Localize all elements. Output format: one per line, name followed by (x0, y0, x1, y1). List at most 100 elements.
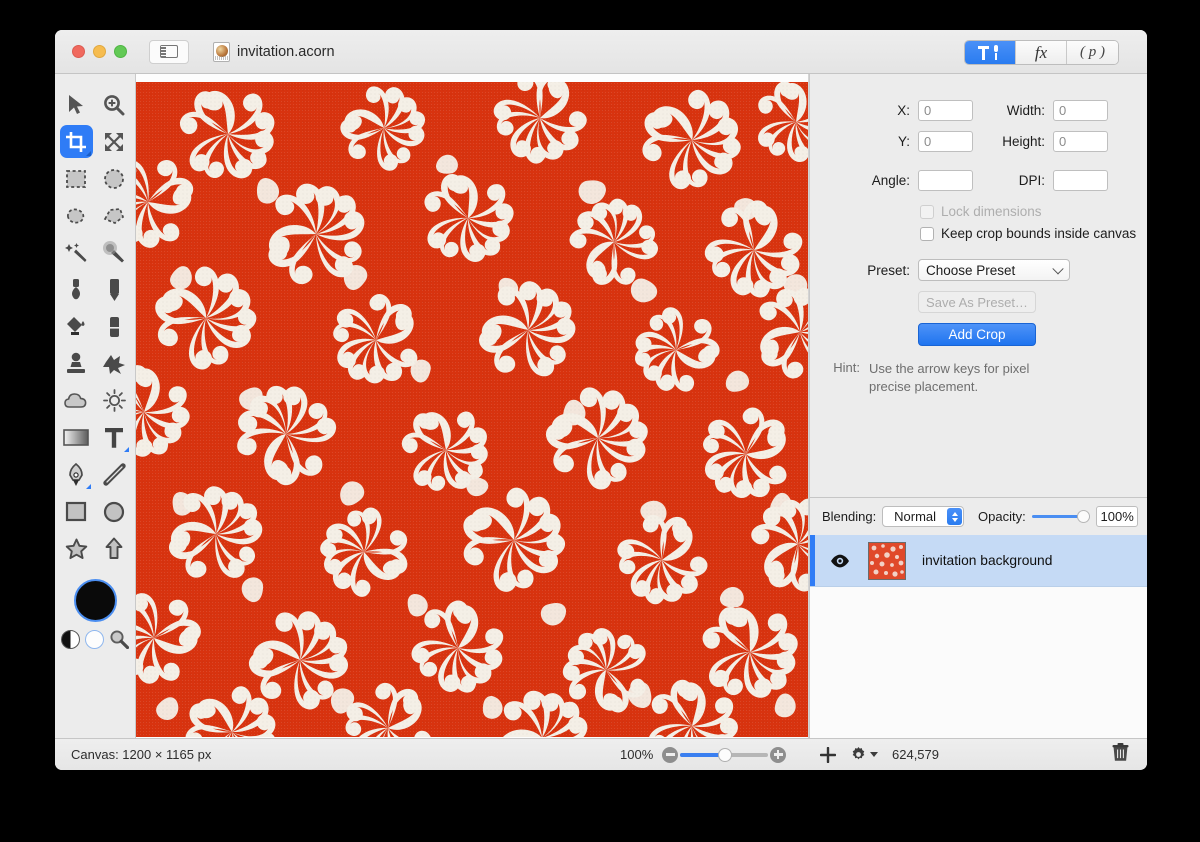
pencil-tool[interactable] (98, 273, 131, 306)
crop-icon (66, 131, 86, 152)
height-field[interactable]: 0 (1053, 131, 1108, 152)
smudge-tool[interactable] (98, 347, 131, 380)
opacity-slider-knob[interactable] (1077, 510, 1091, 523)
layer-actions-menu[interactable] (850, 746, 878, 763)
window-body: X: 0 Width: 0 Y: 0 Height: 0 Angle: DPI: (55, 74, 1147, 738)
clone-stamp-tool[interactable] (60, 347, 93, 380)
eye-icon[interactable] (830, 554, 850, 568)
arrow-shape-tool[interactable] (98, 532, 131, 565)
opacity-slider[interactable] (1031, 510, 1091, 524)
color-picker-magnifier-icon[interactable] (109, 629, 129, 649)
zoom-percent-label: 100% (620, 747, 654, 762)
trash-icon (1112, 742, 1129, 761)
eraser-tool[interactable] (98, 310, 131, 343)
arrow-pointer-icon (69, 94, 83, 114)
dotted-wand-icon (102, 241, 124, 263)
lasso-select-tool[interactable] (60, 199, 93, 232)
background-color-swatch[interactable] (85, 629, 104, 649)
polygon-select-tool[interactable] (98, 199, 131, 232)
line-tool[interactable] (98, 458, 131, 491)
four-arrows-icon (105, 132, 123, 151)
angle-field[interactable] (918, 170, 973, 191)
cloud-blur-icon (64, 392, 87, 408)
crop-angle-dpi-row: Angle: DPI: (810, 170, 1147, 191)
y-field[interactable]: 0 (918, 131, 973, 152)
inspector-spacer (810, 396, 1147, 497)
canvas-viewport[interactable] (136, 74, 809, 738)
acorn-application-window: invitation.acorn fx ( p ) X: 0 Width: 0 … (55, 30, 1147, 770)
magic-wand-tool[interactable] (60, 236, 93, 269)
preset-dropdown[interactable]: Choose Preset (918, 259, 1070, 281)
blending-mode-value: Normal (894, 509, 937, 524)
gradient-tool[interactable] (60, 421, 93, 454)
layer-row[interactable]: invitation background (810, 535, 1147, 587)
line-icon (102, 463, 126, 486)
crop-tool-options: X: 0 Width: 0 Y: 0 Height: 0 Angle: DPI: (810, 74, 1147, 396)
transform-tool[interactable] (98, 125, 131, 158)
brush-tool[interactable] (60, 273, 93, 306)
opacity-value-field[interactable]: 100% (1096, 506, 1138, 527)
keep-crop-bounds-row[interactable]: Keep crop bounds inside canvas (920, 226, 1147, 241)
stepper-arrows-icon[interactable] (947, 508, 963, 525)
layers-list[interactable]: invitation background (810, 535, 1147, 738)
tool-palette (55, 74, 136, 738)
text-tool[interactable] (98, 421, 131, 454)
paint-bucket-icon (67, 317, 85, 335)
save-as-preset-button[interactable]: Save As Preset… (918, 291, 1036, 313)
x-field[interactable]: 0 (918, 100, 973, 121)
keep-crop-bounds-checkbox[interactable] (920, 226, 934, 241)
zoom-slider[interactable] (662, 746, 787, 764)
zoom-out-circle-icon[interactable] (662, 746, 679, 763)
gear-icon[interactable] (850, 746, 867, 763)
paint-bucket-tool[interactable] (60, 310, 93, 343)
hint-text: Use the arrow keys for pixel precise pla… (869, 361, 1030, 394)
star-shape-tool[interactable] (60, 532, 93, 565)
black-white-toggle-icon[interactable] (61, 629, 80, 649)
plus-icon[interactable] (820, 746, 836, 763)
crop-tool[interactable] (59, 125, 93, 158)
hint-row: Hint: Use the arrow keys for pixel preci… (810, 360, 1147, 396)
zoom-in-circle-icon[interactable] (770, 746, 787, 763)
layer-name[interactable]: invitation background (922, 553, 1052, 568)
clone-stamp-icon (67, 352, 85, 373)
bezier-pen-icon (69, 462, 83, 486)
sidebar-toggle-button[interactable] (149, 39, 189, 64)
eraser-icon (109, 316, 119, 337)
dodge-tool[interactable] (98, 384, 131, 417)
tab-palettes[interactable]: ( p ) (1067, 41, 1118, 64)
image-canvas[interactable] (136, 82, 809, 737)
zoom-slider-knob[interactable] (718, 747, 733, 762)
rectangle-shape-tool[interactable] (60, 495, 93, 528)
gradient-icon (63, 429, 89, 446)
add-crop-button[interactable]: Add Crop (918, 323, 1036, 346)
delete-layer-button[interactable] (1112, 742, 1129, 767)
instant-alpha-tool[interactable] (98, 236, 131, 269)
minimize-button[interactable] (93, 45, 106, 58)
layer-thumbnail (868, 541, 906, 580)
zoom-tool[interactable] (98, 88, 131, 121)
rectangular-select-tool[interactable] (60, 162, 93, 195)
blending-mode-dropdown[interactable]: Normal (882, 506, 965, 527)
add-crop-row: Add Crop (810, 323, 1147, 346)
x-label: X: (897, 103, 910, 118)
maximize-button[interactable] (114, 45, 127, 58)
bezier-pen-tool[interactable] (60, 458, 93, 491)
dashed-polygon-icon (103, 207, 125, 224)
tab-filters[interactable]: fx (1016, 41, 1067, 64)
canvas-edge-divider (808, 74, 809, 738)
crop-yh-row: Y: 0 Height: 0 (810, 131, 1147, 152)
close-button[interactable] (72, 45, 85, 58)
color-swatch-area (61, 579, 129, 649)
lock-dimensions-row[interactable]: Lock dimensions (920, 204, 1147, 219)
ellipse-shape-tool[interactable] (98, 495, 131, 528)
blur-tool[interactable] (60, 384, 93, 417)
elliptical-select-tool[interactable] (98, 162, 131, 195)
dpi-field[interactable] (1053, 170, 1108, 191)
tab-tools[interactable] (965, 41, 1016, 64)
width-field[interactable]: 0 (1053, 100, 1108, 121)
dashed-rectangle-icon (66, 169, 86, 188)
lock-dimensions-checkbox[interactable] (920, 204, 934, 219)
tool-options-indicator (123, 447, 129, 452)
foreground-color-swatch[interactable] (73, 579, 117, 622)
move-tool[interactable] (60, 88, 93, 121)
